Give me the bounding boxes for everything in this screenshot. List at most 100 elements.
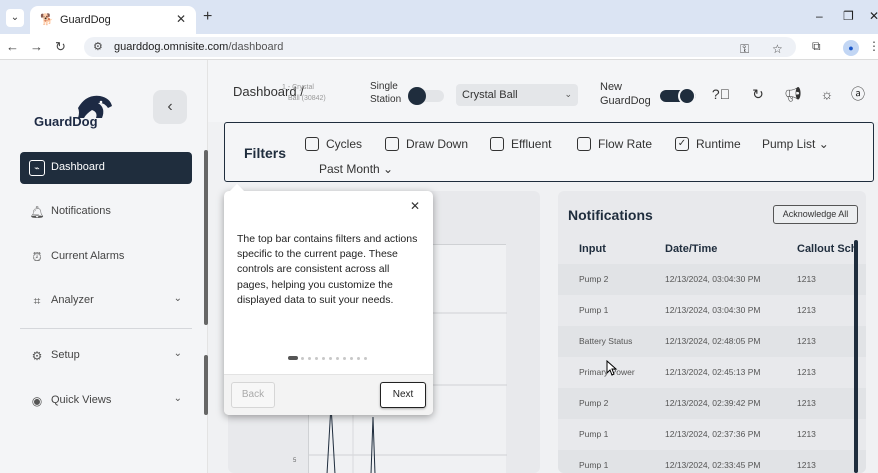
checkbox[interactable]	[385, 137, 399, 151]
tab-close-icon[interactable]: ✕	[176, 12, 186, 26]
window-close-button[interactable]: ✕	[869, 9, 878, 23]
sidebar-item-label: Current Alarms	[51, 250, 125, 262]
new-tab-button[interactable]: +	[203, 8, 212, 26]
password-key-icon[interactable]: ⚿	[740, 42, 749, 57]
profile-avatar[interactable]: ●	[843, 40, 859, 56]
station-select[interactable]: Crystal Ball ⌄	[456, 84, 578, 106]
chevron-down-icon: ⌄	[818, 137, 829, 151]
tour-dot	[343, 357, 346, 360]
column-header-input[interactable]: Input	[579, 243, 606, 255]
chart-y-tick: 5	[293, 458, 297, 464]
table-row[interactable]: Pump 1 12/13/2024, 03:04:30 PM 1213	[558, 295, 866, 326]
eye-icon: ◉	[31, 394, 43, 408]
tour-dot	[364, 357, 367, 360]
sidebar-item-dashboard[interactable]: ⌁ Dashboard	[20, 152, 192, 184]
sun-icon[interactable]: ☼	[817, 84, 837, 104]
help-icon[interactable]: ?⃝	[711, 84, 731, 104]
table-row[interactable]: Battery Status 12/13/2024, 02:48:05 PM 1…	[558, 326, 866, 357]
tab-search-button[interactable]: ⌄	[6, 9, 24, 27]
new-guarddog-toggle[interactable]	[660, 87, 696, 105]
next-button[interactable]: Next	[380, 382, 426, 408]
breadcrumb-station: 1 - Crystal Ball (30842)	[282, 84, 326, 102]
tour-dot	[350, 357, 353, 360]
sidebar-item-notifications[interactable]: 🔔︎ Notifications	[20, 196, 192, 228]
minimize-button[interactable]: –	[816, 9, 823, 23]
checkbox[interactable]	[490, 137, 504, 151]
refresh-icon[interactable]: ↻	[748, 84, 768, 104]
reload-icon[interactable]: ↻	[55, 39, 66, 55]
table-row[interactable]: Pump 1 12/13/2024, 02:37:36 PM 1213	[558, 419, 866, 450]
sidebar: GuardDog ‹ ⌁ Dashboard 🔔︎ Notifications …	[0, 60, 208, 473]
table-row[interactable]: Pump 1 12/13/2024, 02:33:45 PM 1213	[558, 450, 866, 473]
chevron-down-icon: ⌄	[173, 348, 182, 359]
sidebar-divider	[20, 328, 192, 329]
checkbox[interactable]	[577, 137, 591, 151]
chevron-down-icon: ⌄	[173, 293, 182, 304]
popup-footer: Back Next	[224, 374, 433, 415]
user-account-icon[interactable]: ⓐ	[848, 84, 868, 104]
tour-dot	[336, 357, 339, 360]
close-icon[interactable]: ✕	[410, 199, 420, 213]
table-row[interactable]: Primary Power 12/13/2024, 02:45:13 PM 12…	[558, 357, 866, 388]
forward-arrow-icon[interactable]: →	[30, 39, 43, 54]
chevron-down-icon: ⌄	[383, 162, 394, 176]
browser-tabstrip: ⌄ 🐕 GuardDog ✕ + – ❐ ✕	[0, 0, 878, 34]
tour-dot	[329, 357, 332, 360]
pump-list-dropdown[interactable]: Pump List ⌄	[762, 137, 829, 151]
sidebar-item-analyzer[interactable]: ⌗ Analyzer ⌄	[20, 285, 192, 317]
notifications-panel: Notifications Acknowledge All Input Date…	[558, 191, 866, 473]
back-button[interactable]: Back	[231, 382, 275, 408]
checkbox[interactable]	[305, 137, 319, 151]
tour-dot	[357, 357, 360, 360]
extensions-icon[interactable]: ⧉	[812, 39, 821, 54]
guarddog-logo: GuardDog	[28, 88, 148, 129]
notifications-title: Notifications	[568, 207, 653, 223]
filters-bar: Filters Cycles Draw Down Effluent Flow R…	[224, 122, 874, 182]
url-path: /dashboard	[228, 41, 284, 53]
tour-dot	[308, 357, 311, 360]
sidebar-item-label: Quick Views	[51, 394, 112, 406]
filters-title: Filters	[244, 145, 287, 161]
tour-dot	[322, 357, 325, 360]
period-dropdown[interactable]: Past Month ⌄	[319, 162, 393, 176]
single-station-toggle[interactable]	[408, 87, 444, 105]
tour-dot	[315, 357, 318, 360]
site-info-icon[interactable]: ⚙	[93, 40, 103, 53]
column-header-datetime[interactable]: Date/Time	[665, 243, 717, 255]
restore-button[interactable]: ❐	[843, 9, 854, 23]
bell-icon: 🔔︎	[29, 205, 45, 219]
tour-popup: ✕ The top bar contains filters and actio…	[224, 183, 433, 415]
url-input[interactable]: ⚙ guarddog.omnisite.com/dashboard ⚿ ☆	[84, 37, 796, 57]
table-row[interactable]: Pump 2 12/13/2024, 03:04:30 PM 1213	[558, 264, 866, 295]
chevron-down-icon: ⌄	[564, 89, 572, 99]
sidebar-item-setup[interactable]: ⚙ Setup ⌄	[20, 340, 192, 372]
new-guarddog-label: New GuardDog	[600, 81, 651, 107]
toggle-knob	[678, 87, 696, 105]
sidebar-item-quick-views[interactable]: ◉ Quick Views ⌄	[20, 385, 192, 417]
sidebar-item-label: Dashboard	[51, 161, 105, 173]
bookmark-star-icon[interactable]: ☆	[772, 42, 783, 56]
pulse-icon: ⌁	[29, 160, 45, 176]
tour-dot-active	[288, 356, 298, 360]
top-bar: Dashboard / 1 - Crystal Ball (30842) Sin…	[208, 60, 878, 122]
browser-menu-icon[interactable]: ⋮	[868, 39, 878, 53]
browser-tab[interactable]: 🐕 GuardDog ✕	[30, 6, 196, 34]
collapse-sidebar-button[interactable]: ‹	[153, 90, 187, 124]
guarddog-favicon-icon: 🐕	[40, 14, 54, 26]
checkmark-icon[interactable]: ✓	[675, 137, 689, 151]
logo-text: GuardDog	[34, 114, 98, 129]
chevron-down-icon: ⌄	[173, 393, 182, 404]
sidebar-item-current-alarms[interactable]: ⏰︎ Current Alarms	[20, 241, 192, 273]
single-station-label: Single Station	[370, 81, 402, 105]
alarm-clock-icon: ⏰︎	[32, 250, 42, 264]
gear-icon: ⚙	[31, 349, 43, 363]
back-arrow-icon[interactable]: ←	[6, 39, 19, 54]
notifications-scrollbar[interactable]	[854, 240, 858, 473]
announcement-icon[interactable]: 📢︎	[783, 84, 803, 104]
chevron-left-icon: ‹	[167, 98, 173, 115]
acknowledge-all-button[interactable]: Acknowledge All	[773, 205, 858, 224]
tab-title: GuardDog	[60, 14, 111, 26]
tour-dot	[301, 357, 304, 360]
table-row[interactable]: Pump 2 12/13/2024, 02:39:42 PM 1213	[558, 388, 866, 419]
column-header-callout[interactable]: Callout Sch	[797, 243, 858, 255]
